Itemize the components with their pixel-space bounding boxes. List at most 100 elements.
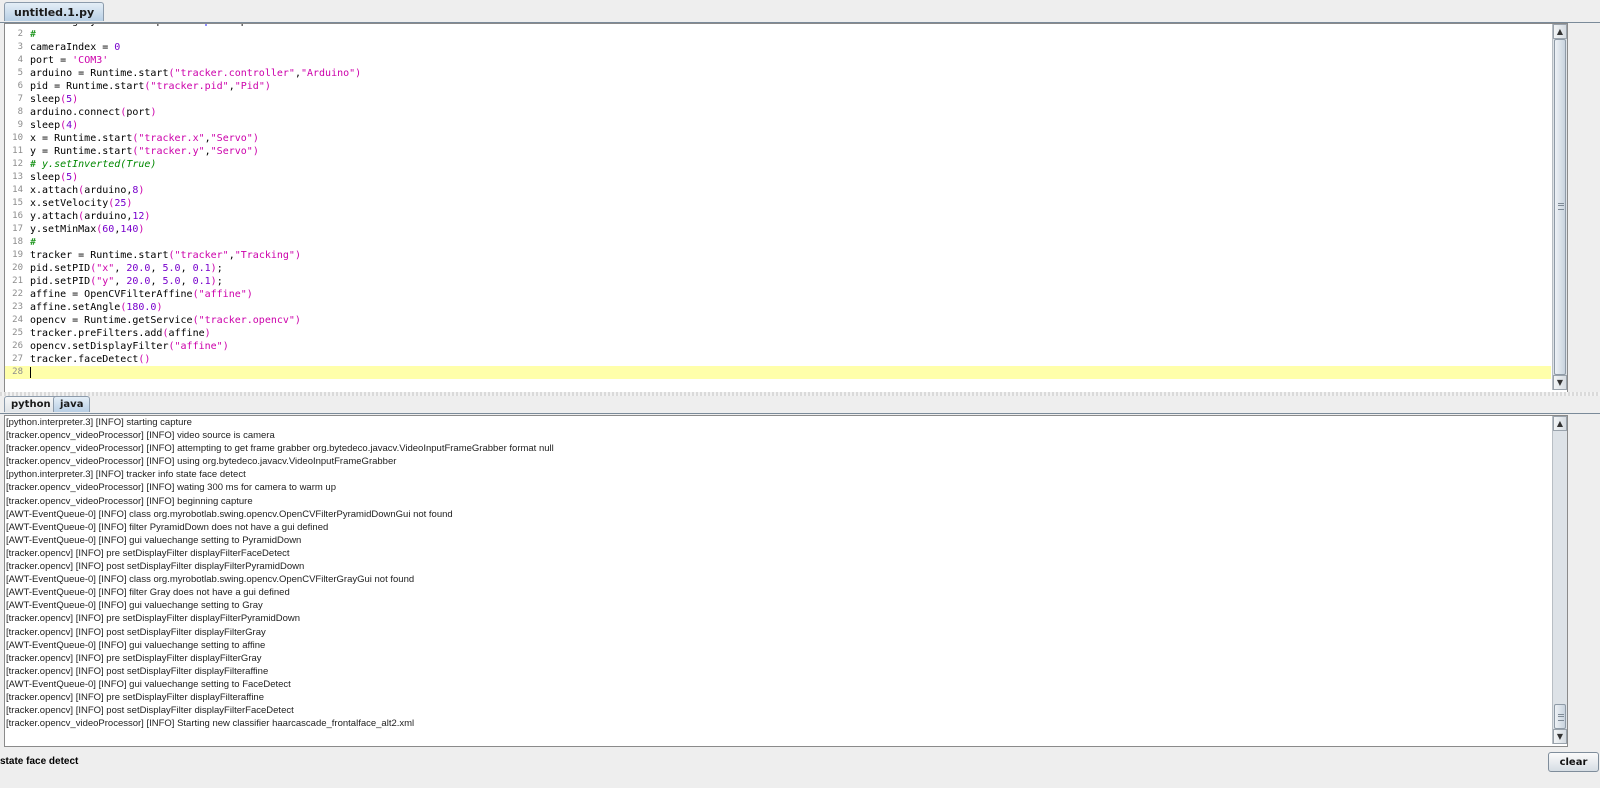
code-line[interactable]: 10 x = Runtime.start("tracker.x","Servo") <box>5 132 1551 145</box>
log-console[interactable]: [python.interpreter.3] [INFO] starting c… <box>4 415 1568 747</box>
code-text: pid = Runtime.start("tracker.pid","Pid") <box>30 81 271 92</box>
log-line: [python.interpreter.3] [INFO] starting c… <box>6 417 192 428</box>
log-line: [AWT-EventQueue-0] [INFO] filter Gray do… <box>6 587 290 599</box>
status-bar: state face detect clear <box>0 752 1600 788</box>
log-line: [tracker.opencv] [INFO] post setDisplayF… <box>6 665 269 677</box>
line-number: 28 <box>12 367 23 377</box>
log-line: [tracker.opencv_videoProcessor] [INFO] u… <box>6 456 397 468</box>
line-number: 17 <box>12 224 23 234</box>
line-number: 23 <box>12 302 23 312</box>
code-line[interactable]: 5 arduino = Runtime.start("tracker.contro… <box>5 67 1551 80</box>
editor-scroll-thumb[interactable] <box>1554 39 1566 375</box>
code-text: y = Runtime.start("tracker.y","Servo") <box>30 146 259 157</box>
log-line: [AWT-EventQueue-0] [INFO] gui valuechang… <box>6 534 302 546</box>
line-number: 24 <box>12 315 23 325</box>
code-editor[interactable]: 1from org.myrobotlab.opencv import OpenC… <box>4 23 1568 393</box>
code-text: opencv.setDisplayFilter("affine") <box>30 341 229 352</box>
line-number: 6 <box>17 81 23 91</box>
log-line: [tracker.opencv] [INFO] pre setDisplayFi… <box>6 652 262 664</box>
line-number: 15 <box>12 198 23 208</box>
code-text: cameraIndex = 0 <box>30 42 121 53</box>
line-number: 12 <box>12 159 23 169</box>
code-line[interactable]: 22 affine = OpenCVFilterAffine("affine") <box>5 288 1551 301</box>
log-line: [AWT-EventQueue-0] [INFO] gui valuechang… <box>6 600 263 612</box>
log-line: [tracker.opencv] [INFO] post setDisplayF… <box>6 705 294 717</box>
scroll-down-arrow-icon[interactable]: ▼ <box>1553 729 1567 744</box>
code-line[interactable]: 16 y.attach(arduino,12) <box>5 210 1551 223</box>
code-text: x = Runtime.start("tracker.x","Servo") <box>30 133 259 144</box>
code-text: y.attach(arduino,12) <box>30 211 151 222</box>
code-line[interactable]: 6 pid = Runtime.start("tracker.pid","Pid"… <box>5 80 1551 93</box>
code-line[interactable]: 3 cameraIndex = 0 <box>5 41 1551 54</box>
code-area[interactable]: 1from org.myrobotlab.opencv import OpenC… <box>5 24 1551 379</box>
code-line[interactable]: 7 sleep(5) <box>5 93 1551 106</box>
tab-python[interactable]: python <box>4 396 58 412</box>
tab-java[interactable]: java <box>53 396 91 412</box>
grip-icon <box>1558 714 1564 721</box>
editor-vertical-scrollbar[interactable]: ▲ ▼ <box>1552 24 1567 390</box>
line-number: 26 <box>12 341 23 351</box>
code-text: arduino.connect(port) <box>30 107 157 118</box>
code-text: tracker.preFilters.add(affine) <box>30 328 211 339</box>
code-line[interactable]: 25 tracker.preFilters.add(affine) <box>5 327 1551 340</box>
code-line[interactable]: 23 affine.setAngle(180.0) <box>5 301 1551 314</box>
code-line[interactable]: 2 # <box>5 28 1551 41</box>
line-number: 11 <box>12 146 23 156</box>
code-line[interactable]: 19 tracker = Runtime.start("tracker","Tra… <box>5 249 1551 262</box>
log-line: [AWT-EventQueue-0] [INFO] class org.myro… <box>6 508 453 520</box>
log-vertical-scrollbar[interactable]: ▲ ▼ <box>1552 416 1567 744</box>
line-number: 18 <box>12 237 23 247</box>
code-text: # y.setInverted(True) <box>30 159 157 170</box>
code-line[interactable]: 24 opencv = Runtime.getService("tracker.o… <box>5 314 1551 327</box>
code-text: sleep(5) <box>30 94 79 105</box>
code-line[interactable]: 28 <box>5 366 1551 379</box>
scroll-up-arrow-icon[interactable]: ▲ <box>1553 416 1567 431</box>
clear-button[interactable]: clear <box>1548 752 1599 772</box>
code-text: arduino = Runtime.start("tracker.control… <box>30 68 362 79</box>
log-line: [tracker.opencv] [INFO] pre setDisplayFi… <box>6 613 301 625</box>
code-line[interactable]: 26 opencv.setDisplayFilter("affine") <box>5 340 1551 353</box>
code-line[interactable]: 12 # y.setInverted(True) <box>5 158 1551 171</box>
line-number: 7 <box>17 94 23 104</box>
code-line[interactable]: 4 port = 'COM3' <box>5 54 1551 67</box>
status-text: state face detect <box>0 756 79 767</box>
code-line[interactable]: 11 y = Runtime.start("tracker.y","Servo") <box>5 145 1551 158</box>
code-text: sleep(4) <box>30 120 79 131</box>
code-text: # <box>30 237 37 248</box>
line-number: 14 <box>12 185 23 195</box>
line-number: 2 <box>17 29 23 39</box>
text-caret <box>30 367 31 378</box>
log-scroll-thumb[interactable] <box>1554 704 1566 729</box>
line-number: 13 <box>12 172 23 182</box>
line-number: 22 <box>12 289 23 299</box>
code-line[interactable]: 20 pid.setPID("x", 20.0, 5.0, 0.1); <box>5 262 1551 275</box>
console-tab-strip: python java <box>0 396 1600 414</box>
log-line: [tracker.opencv_videoProcessor] [INFO] S… <box>6 718 415 730</box>
code-text: affine = OpenCVFilterAffine("affine") <box>30 289 253 300</box>
code-line[interactable]: 21 pid.setPID("y", 20.0, 5.0, 0.1); <box>5 275 1551 288</box>
code-line[interactable]: 13 sleep(5) <box>5 171 1551 184</box>
log-line: [tracker.opencv] [INFO] pre setDisplayFi… <box>6 547 290 559</box>
code-line[interactable]: 18 # <box>5 236 1551 249</box>
code-text: pid.setPID("y", 20.0, 5.0, 0.1); <box>30 276 223 287</box>
log-line: [AWT-EventQueue-0] [INFO] gui valuechang… <box>6 639 266 651</box>
code-line[interactable]: 15 x.setVelocity(25) <box>5 197 1551 210</box>
line-number: 5 <box>17 68 23 78</box>
code-line[interactable]: 8 arduino.connect(port) <box>5 106 1551 119</box>
line-number: 21 <box>12 276 23 286</box>
code-text: port = 'COM3' <box>30 55 109 66</box>
editor-tab-strip: untitled.1.py <box>0 2 1600 23</box>
grip-icon <box>1558 203 1564 210</box>
log-line: [tracker.opencv] [INFO] pre setDisplayFi… <box>6 691 265 703</box>
code-line[interactable]: 17 y.setMinMax(60,140) <box>5 223 1551 236</box>
scroll-up-arrow-icon[interactable]: ▲ <box>1553 24 1567 39</box>
code-line[interactable]: 27 tracker.faceDetect() <box>5 353 1551 366</box>
line-number: 16 <box>12 211 23 221</box>
code-line[interactable]: 9 sleep(4) <box>5 119 1551 132</box>
code-text: x.attach(arduino,8) <box>30 185 145 196</box>
scroll-down-arrow-icon[interactable]: ▼ <box>1553 375 1567 390</box>
line-number: 3 <box>17 42 23 52</box>
tab-untitled-1-py[interactable]: untitled.1.py <box>4 2 105 21</box>
log-text-area[interactable]: [python.interpreter.3] [INFO] starting c… <box>6 417 1551 731</box>
code-line[interactable]: 14 x.attach(arduino,8) <box>5 184 1551 197</box>
